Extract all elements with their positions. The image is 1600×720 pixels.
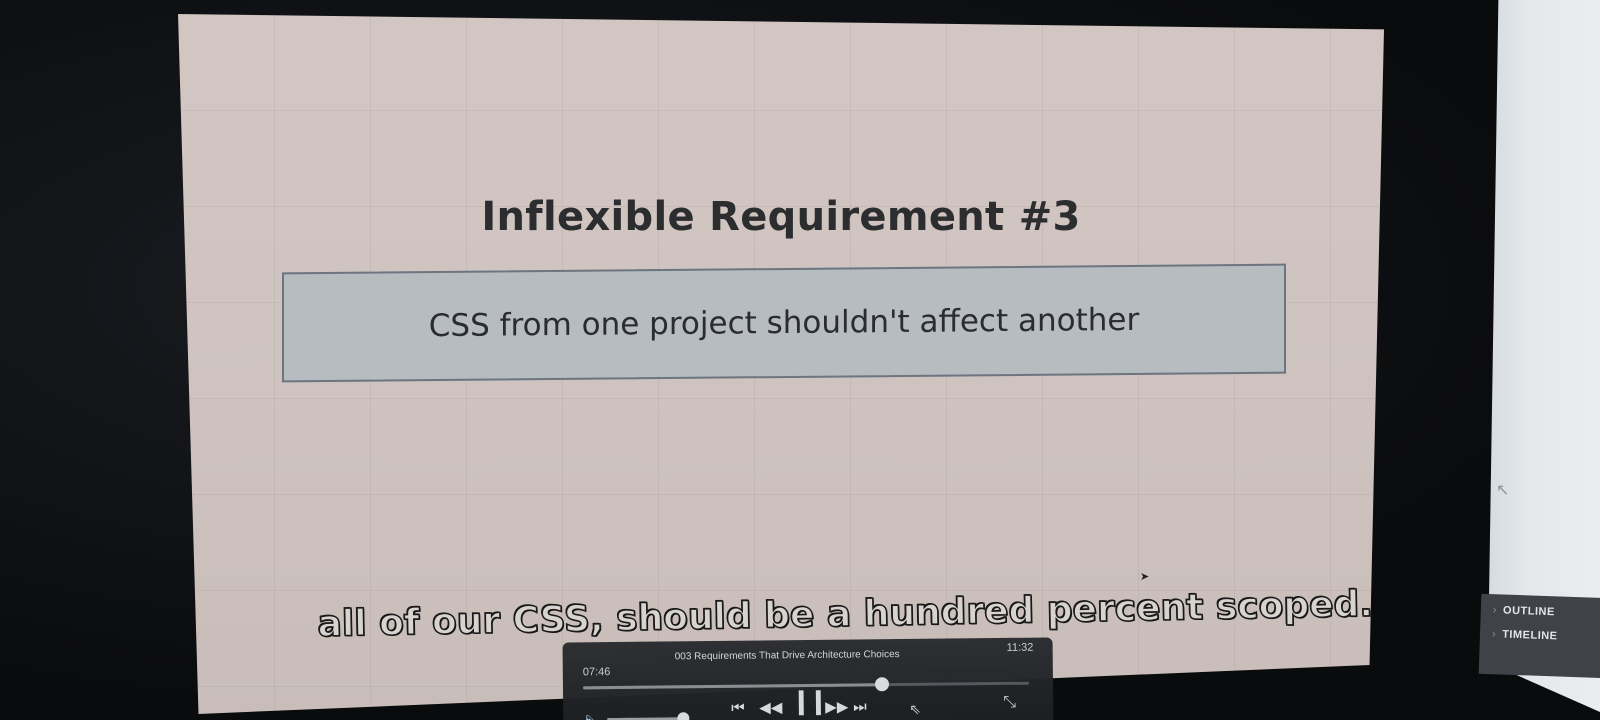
fast-forward-icon[interactable]: ▶▶ [825,698,848,718]
skip-forward-icon[interactable]: ⏭ [853,697,867,717]
progress-fill [583,683,882,690]
chevron-right-icon: › [1492,604,1498,617]
progress-scrubber[interactable] [874,677,889,692]
requirement-box: CSS from one project shouldn't affect an… [282,263,1286,383]
cursor-icon: ⇖ [909,700,922,717]
mouse-pointer-icon: ➤ [1140,571,1150,583]
panel-item-outline[interactable]: › OUTLINE [1493,604,1555,618]
screen-photo: Inflexible Requirement #3 CSS from one p… [0,0,1600,720]
skip-back-icon[interactable]: ⏮ [731,699,745,719]
resize-cursor-icon: ↖ [1496,482,1510,499]
pause-icon[interactable]: ❙❙ [791,688,825,715]
video-player-controls[interactable]: 11:32 003 Requirements That Drive Archit… [562,637,1054,720]
slide-title: Inflexible Requirement #3 [481,194,1081,240]
side-panel-sections: › OUTLINE › TIMELINE [1478,593,1600,679]
time-elapsed: 07:46 [582,666,611,679]
chevron-right-icon: › [1491,628,1497,641]
exit-fullscreen-icon[interactable]: ⤡ [1003,694,1016,712]
panel-item-label: TIMELINE [1501,628,1558,643]
volume-knob[interactable] [677,712,690,720]
video-title: 003 Requirements That Drive Architecture… [674,649,900,663]
time-remaining: 11:32 [1006,641,1034,654]
panel-item-timeline[interactable]: › TIMELINE [1492,628,1558,642]
requirement-text: CSS from one project shouldn't affect an… [428,301,1140,345]
rewind-icon[interactable]: ◀◀ [759,698,782,718]
volume-icon[interactable]: 🔈 [583,712,598,720]
panel-item-label: OUTLINE [1502,604,1555,619]
